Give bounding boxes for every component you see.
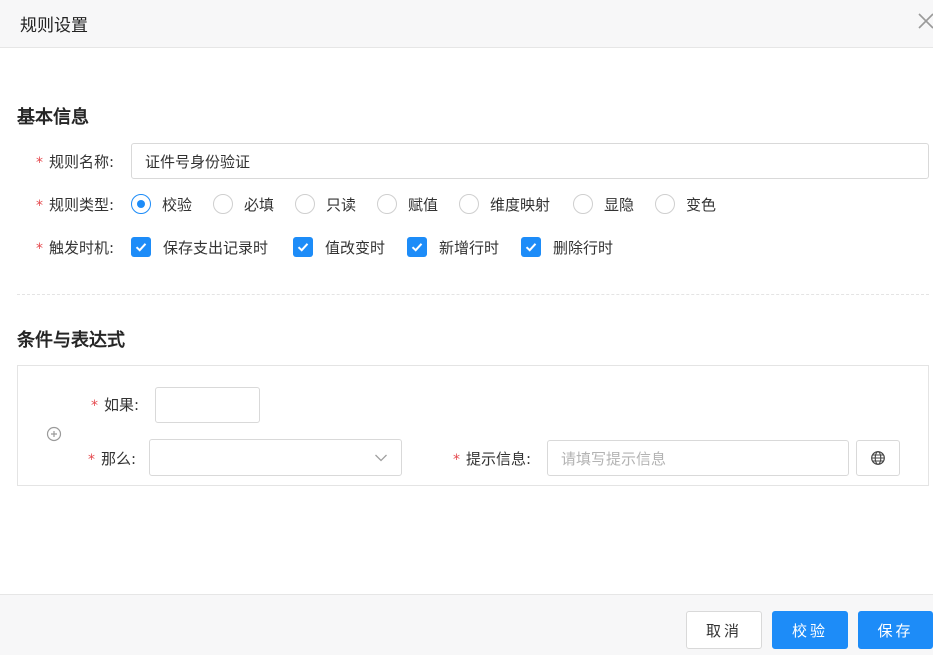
cancel-button[interactable]: 取消 <box>686 611 762 649</box>
prompt-input-placeholder: 请填写提示信息 <box>561 449 667 468</box>
radio-option-label: 只读 <box>326 195 357 214</box>
radio-option-dimension-mapping[interactable]: 维度映射 <box>459 193 550 215</box>
radio-option-label: 赋值 <box>408 195 439 214</box>
dialog-header: 规则设置 <box>0 0 933 48</box>
then-select[interactable] <box>149 439 402 476</box>
required-mark: * <box>91 398 98 414</box>
section-divider <box>17 294 929 295</box>
radio-option-validate[interactable]: 校验 <box>131 193 192 215</box>
chevron-down-icon <box>375 454 387 462</box>
rule-name-label-text: 规则名称: <box>49 153 115 171</box>
then-label: * 那么: <box>88 448 136 469</box>
radio-button[interactable] <box>655 194 675 214</box>
checkbox-option-delete-row[interactable]: 删除行时 <box>521 236 613 258</box>
rule-name-label: * 规则名称: <box>36 151 114 172</box>
basic-info-title: 基本信息 <box>17 107 89 128</box>
check-icon <box>411 243 423 252</box>
radio-option-label: 变色 <box>686 195 717 214</box>
trigger-label: * 触发时机: <box>36 237 114 258</box>
checkbox-option-add-row[interactable]: 新增行时 <box>407 236 499 258</box>
prompt-label-text: 提示信息: <box>466 450 532 468</box>
required-mark: * <box>88 452 95 468</box>
rule-name-value: 证件号身份验证 <box>145 152 251 171</box>
validate-button[interactable]: 校验 <box>772 611 848 649</box>
dialog-title: 规则设置 <box>20 16 88 36</box>
conditions-title: 条件与表达式 <box>17 330 125 351</box>
checkbox-checked[interactable] <box>293 237 313 257</box>
checkbox-checked[interactable] <box>407 237 427 257</box>
radio-button[interactable] <box>377 194 397 214</box>
radio-option-required[interactable]: 必填 <box>213 193 274 215</box>
checkbox-checked[interactable] <box>521 237 541 257</box>
trigger-label-text: 触发时机: <box>49 239 115 257</box>
radio-option-label: 必填 <box>244 195 275 214</box>
checkbox-option-label: 值改变时 <box>325 238 386 257</box>
prompt-label: * 提示信息: <box>453 448 531 469</box>
radio-option-color-change[interactable]: 变色 <box>655 193 716 215</box>
then-label-text: 那么: <box>101 450 137 468</box>
checkbox-option-value-change[interactable]: 值改变时 <box>293 236 385 258</box>
if-label: * 如果: <box>91 394 139 415</box>
radio-button[interactable] <box>213 194 233 214</box>
checkbox-checked[interactable] <box>131 237 151 257</box>
radio-option-visibility[interactable]: 显隐 <box>573 193 634 215</box>
required-mark: * <box>36 241 43 257</box>
radio-button[interactable] <box>295 194 315 214</box>
language-button[interactable] <box>856 440 900 476</box>
check-icon <box>297 243 309 252</box>
required-mark: * <box>36 198 43 214</box>
add-circle-icon[interactable] <box>46 426 62 442</box>
required-mark: * <box>36 155 43 171</box>
rule-type-label: * 规则类型: <box>36 194 114 215</box>
rule-type-label-text: 规则类型: <box>49 196 115 214</box>
radio-option-label: 维度映射 <box>490 195 551 214</box>
checkbox-option-label: 保存支出记录时 <box>163 238 269 257</box>
required-mark: * <box>453 452 460 468</box>
check-icon <box>135 243 147 252</box>
checkbox-option-save[interactable]: 保存支出记录时 <box>131 236 268 258</box>
checkbox-option-label: 删除行时 <box>553 238 614 257</box>
radio-option-assign[interactable]: 赋值 <box>377 193 438 215</box>
check-icon <box>525 243 537 252</box>
if-condition-input[interactable] <box>155 387 260 423</box>
save-button[interactable]: 保存 <box>858 611 933 649</box>
checkbox-option-label: 新增行时 <box>439 238 500 257</box>
prompt-input[interactable]: 请填写提示信息 <box>547 440 849 476</box>
radio-option-label: 校验 <box>162 195 193 214</box>
rule-name-input[interactable]: 证件号身份验证 <box>131 143 929 179</box>
radio-button[interactable] <box>573 194 593 214</box>
if-label-text: 如果: <box>104 396 140 414</box>
dialog-footer: 取消 校验 保存 <box>0 594 933 655</box>
radio-button[interactable] <box>459 194 479 214</box>
globe-icon <box>871 451 885 465</box>
radio-option-label: 显隐 <box>604 195 635 214</box>
close-icon[interactable] <box>914 9 933 33</box>
radio-button[interactable] <box>131 194 151 214</box>
radio-option-readonly[interactable]: 只读 <box>295 193 356 215</box>
